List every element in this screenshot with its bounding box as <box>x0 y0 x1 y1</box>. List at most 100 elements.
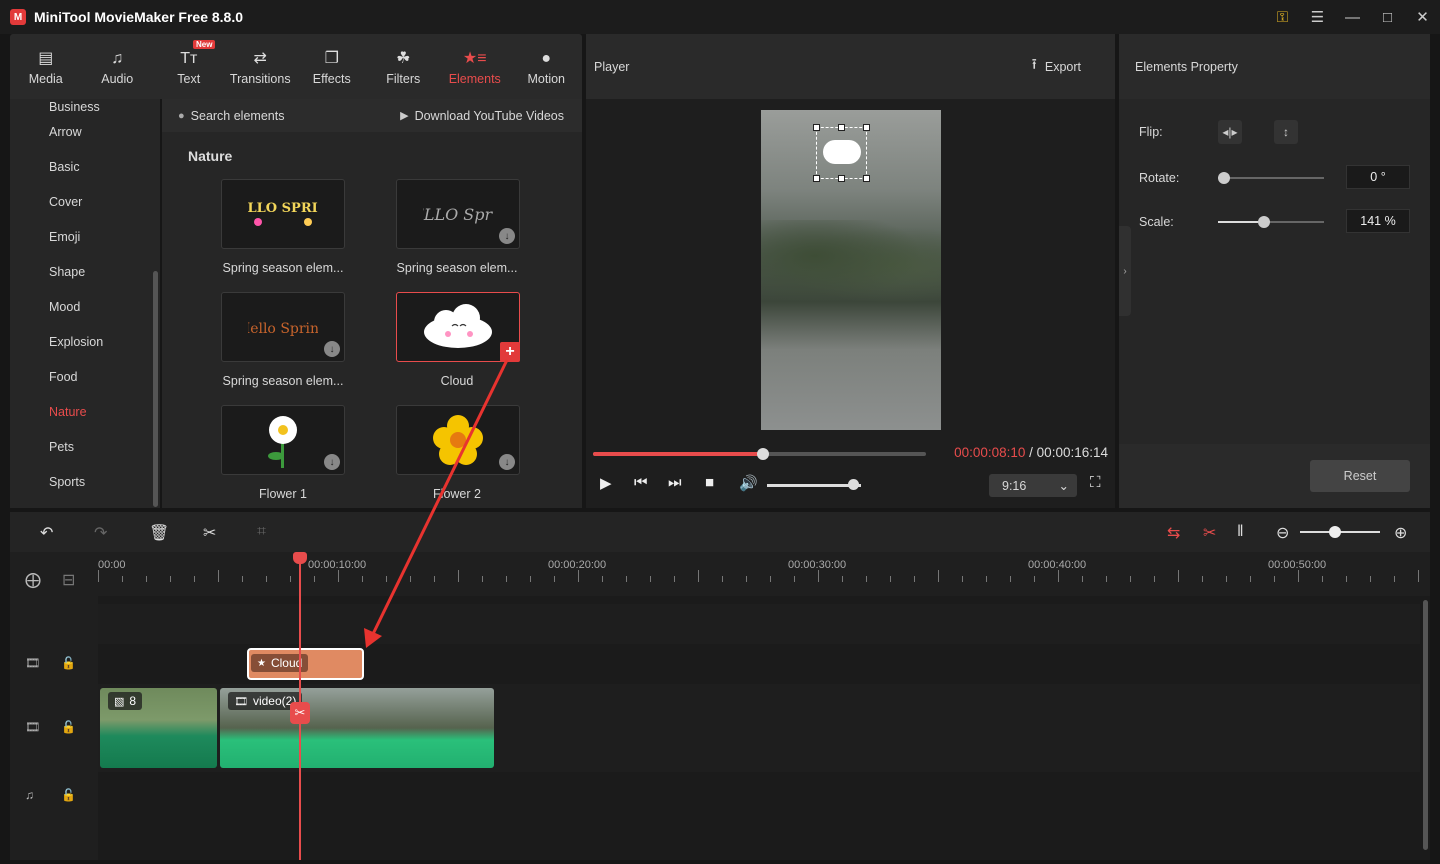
category-item[interactable]: Explosion <box>10 325 160 360</box>
download-icon[interactable]: ↓ <box>324 454 340 470</box>
search-elements[interactable]: ● Search elements <box>178 109 284 123</box>
tab-filters[interactable]: ☘ Filters <box>368 34 440 99</box>
zoom-out-icon[interactable]: ⊖ <box>1276 523 1289 543</box>
minimize-icon[interactable]: — <box>1335 9 1370 26</box>
download-youtube-link[interactable]: ▶ Download YouTube Videos <box>400 109 564 123</box>
scissor-icon[interactable]: ✂ <box>290 702 310 724</box>
next-frame-icon[interactable]: ⏭ <box>668 474 682 491</box>
category-item[interactable]: Shape <box>10 255 160 290</box>
flip-horizontal-icon[interactable]: ◂|▸ <box>1218 120 1242 144</box>
redo-icon[interactable]: ↷ <box>94 523 107 543</box>
volume-slider[interactable] <box>767 484 861 487</box>
rotate-value-field[interactable]: 0 ° <box>1346 165 1410 189</box>
category-item[interactable]: Mood <box>10 290 160 325</box>
ruler-tick <box>1298 570 1299 582</box>
category-item[interactable]: Sports <box>10 465 160 500</box>
flip-vertical-icon[interactable]: ↕ <box>1274 120 1298 144</box>
aspect-ratio-select[interactable]: 9:16 ⌄ <box>989 474 1077 497</box>
ruler-tick <box>1058 570 1059 582</box>
download-icon[interactable]: ↓ <box>499 454 515 470</box>
fit-timeline-icon[interactable]: ‖ <box>1237 523 1244 541</box>
element-card[interactable]: Hello Spring ↓ <box>221 292 345 362</box>
element-card[interactable]: HELLO Spring ↓ <box>396 179 520 249</box>
menu-icon[interactable]: ☰ <box>1300 8 1335 26</box>
volume-knob[interactable] <box>848 479 860 490</box>
resize-handle[interactable] <box>863 124 870 131</box>
download-icon[interactable]: ↓ <box>499 228 515 244</box>
tab-motion[interactable]: ● Motion <box>511 34 583 99</box>
category-item[interactable]: Basic <box>10 150 160 185</box>
element-card[interactable]: HELLO SPRING <box>221 179 345 249</box>
tab-text[interactable]: New Tᴛ Text <box>153 34 225 99</box>
add-track-icon[interactable]: ⨁ <box>25 570 41 590</box>
previous-frame-icon[interactable]: ⏮ <box>634 474 648 491</box>
fullscreen-icon[interactable]: ⛶ <box>1090 474 1101 491</box>
element-card-selected[interactable]: + <box>396 292 520 362</box>
ruler-tick <box>1082 576 1083 582</box>
stop-icon[interactable]: ■ <box>705 474 714 491</box>
collapse-panel-tab[interactable]: › <box>1119 226 1131 316</box>
category-item[interactable]: Cover <box>10 185 160 220</box>
zoom-in-icon[interactable]: ⊕ <box>1394 523 1407 543</box>
resize-handle[interactable] <box>813 124 820 131</box>
scale-slider[interactable] <box>1218 216 1324 228</box>
close-icon[interactable]: ✕ <box>1405 8 1440 26</box>
video-clip[interactable]: 🎞 video(2) <box>220 688 494 768</box>
video-track-icon: 🎞 <box>25 656 41 670</box>
scale-value-field[interactable]: 141 % <box>1346 209 1410 233</box>
snap-icon[interactable]: ✂ <box>1203 523 1216 543</box>
lock-icon[interactable]: 🔓 <box>61 788 76 802</box>
playhead-handle[interactable] <box>293 552 307 564</box>
video-preview[interactable] <box>761 110 941 430</box>
lock-icon[interactable]: 🔓 <box>61 656 76 670</box>
playback-progress[interactable] <box>593 448 926 460</box>
category-scrollbar[interactable] <box>153 271 158 507</box>
export-button[interactable]: ⭱ Export <box>1032 54 1081 79</box>
rotate-slider[interactable] <box>1218 172 1324 184</box>
resize-handle[interactable] <box>838 175 845 182</box>
image-clip[interactable]: ▧ 8 <box>100 688 217 768</box>
progress-knob[interactable] <box>756 448 769 460</box>
add-icon[interactable]: + <box>500 342 520 362</box>
tab-media[interactable]: ▤ Media <box>10 34 82 99</box>
category-item[interactable]: Emoji <box>10 220 160 255</box>
category-item[interactable]: Arrow <box>10 115 160 150</box>
undo-icon[interactable]: ↶ <box>40 523 53 543</box>
auto-fit-icon[interactable]: ⇆ <box>1167 523 1180 543</box>
rotate-slider-knob[interactable] <box>1218 172 1230 184</box>
tab-effects[interactable]: ❐ Effects <box>296 34 368 99</box>
resize-handle[interactable] <box>863 175 870 182</box>
scale-slider-knob[interactable] <box>1258 216 1271 228</box>
properties-footer: Reset <box>1119 444 1430 508</box>
element-selection-box[interactable] <box>813 124 870 182</box>
timeline-scrollbar[interactable] <box>1423 600 1428 850</box>
category-item[interactable]: Business <box>10 99 160 115</box>
element-card[interactable]: ↓ <box>221 405 345 475</box>
reset-button[interactable]: Reset <box>1310 460 1410 492</box>
category-item-active[interactable]: Nature <box>10 395 160 430</box>
volume-icon[interactable]: 🔊 <box>739 474 758 492</box>
download-icon[interactable]: ↓ <box>324 341 340 357</box>
ruler-tick <box>482 576 483 582</box>
ruler-tick <box>554 576 555 582</box>
maximize-icon[interactable]: □ <box>1370 9 1405 26</box>
category-item[interactable]: Pets <box>10 430 160 465</box>
zoom-knob[interactable] <box>1329 526 1341 538</box>
resize-handle[interactable] <box>838 124 845 131</box>
playhead[interactable]: ✂ <box>290 552 310 860</box>
lock-icon[interactable]: 🔓 <box>61 720 76 734</box>
resize-handle[interactable] <box>813 175 820 182</box>
tab-audio[interactable]: ♫ Audio <box>82 34 154 99</box>
remove-track-icon[interactable]: ⊟ <box>62 570 75 590</box>
element-card-label: Spring season elem... <box>222 261 344 275</box>
delete-icon[interactable]: 🗑 <box>149 523 169 543</box>
tab-transitions[interactable]: ⇄ Transitions <box>225 34 297 99</box>
category-item[interactable]: Food <box>10 360 160 395</box>
play-icon[interactable]: ▶ <box>600 474 612 492</box>
split-icon[interactable]: ✂ <box>203 523 216 543</box>
cloud-element-clip[interactable]: ★ Cloud <box>247 648 364 680</box>
key-icon[interactable]: ⚿ <box>1265 9 1300 26</box>
tab-elements[interactable]: ★≡ Elements <box>439 34 511 99</box>
crop-icon[interactable]: ⌗ <box>257 523 266 541</box>
element-card[interactable]: ↓ <box>396 405 520 475</box>
